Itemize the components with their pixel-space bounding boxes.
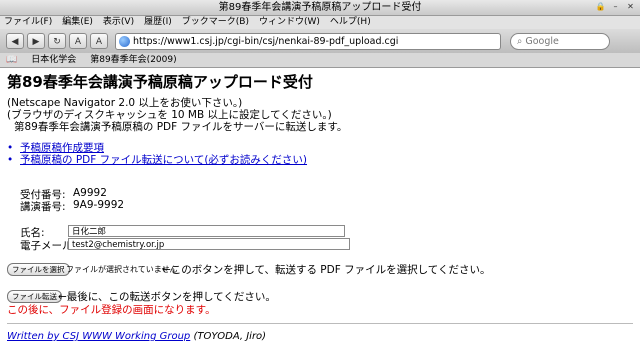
footer-divider <box>7 323 633 324</box>
search-placeholder: Google <box>525 35 559 47</box>
close-icon[interactable]: ✕ <box>625 1 636 12</box>
choose-file-button[interactable]: ファイルを選択 <box>7 263 70 276</box>
bookmarks-icon[interactable]: 📖 <box>6 53 17 67</box>
menu-bar: ファイル(F) 編集(E) 表示(V) 履歴(I) ブックマーク(B) ウィンド… <box>0 16 640 29</box>
link-guidelines[interactable]: 予稿原稿作成要項 <box>20 142 104 154</box>
footer-link[interactable]: Written by CSJ WWW Working Group <box>7 331 190 342</box>
search-input[interactable]: ⌕ Google <box>510 32 610 50</box>
bookmark-89th-meeting[interactable]: 第89春季年会(2009) <box>90 53 176 67</box>
bookmark-csj[interactable]: 日本化学会 <box>31 53 76 67</box>
talk-label: 講演番号: <box>20 201 66 213</box>
page-content: 第89春季年会講演予稿原稿アップロード受付 (Netscape Navigato… <box>0 70 640 363</box>
name-field[interactable]: 日化二郎 <box>68 225 345 237</box>
choose-hint: ←このボタンを押して、転送する PDF ファイルを選択してください。 <box>162 264 491 276</box>
after-notice: この後に、ファイル登録の画面になります。 <box>7 304 216 316</box>
footer: Written by CSJ WWW Working Group (TOYODA… <box>7 331 266 342</box>
menu-help[interactable]: ヘルプ(H) <box>330 16 371 29</box>
link-pdf-transfer-info[interactable]: 予稿原稿の PDF ファイル転送について(必ずお読みください) <box>20 154 307 166</box>
site-icon <box>119 35 130 47</box>
window-title: 第89春季年会講演予稿原稿アップロード受付 <box>218 2 422 13</box>
back-button[interactable]: ◀ <box>6 33 24 49</box>
text-smaller-button[interactable]: A <box>90 33 108 49</box>
list-item: 予稿原稿の PDF ファイル転送について(必ずお読みください) <box>7 154 307 166</box>
menu-edit[interactable]: 編集(E) <box>62 16 93 29</box>
intro-line-2: (ブラウザのディスクキャッシュを 10 MB 以上に設定してください。) <box>7 109 332 121</box>
menu-view[interactable]: 表示(V) <box>103 16 134 29</box>
minimize-icon[interactable]: – <box>610 1 621 12</box>
lock-icon: 🔒 <box>595 2 606 11</box>
url-text: https://www1.csj.jp/cgi-bin/csj/nenkai-8… <box>133 35 399 47</box>
receipt-value: A9992 <box>73 187 107 199</box>
browser-toolbar: ◀ ▶ ↻ A A https://www1.csj.jp/cgi-bin/cs… <box>0 29 640 53</box>
window-titlebar: 第89春季年会講演予稿原稿アップロード受付 🔒 – ✕ <box>0 0 640 16</box>
reload-button[interactable]: ↻ <box>48 33 66 49</box>
text-larger-button[interactable]: A <box>69 33 87 49</box>
menu-window[interactable]: ウィンドウ(W) <box>259 16 320 29</box>
menu-history[interactable]: 履歴(I) <box>144 16 172 29</box>
search-icon: ⌕ <box>517 35 523 47</box>
no-file-text: ファイルが選択されていません <box>66 265 178 274</box>
intro-line-1: (Netscape Navigator 2.0 以上をお使い下さい。) <box>7 97 243 109</box>
menu-file[interactable]: ファイル(F) <box>4 16 52 29</box>
list-item: 予稿原稿作成要項 <box>7 142 104 154</box>
footer-author: (TOYODA, Jiro) <box>190 331 267 342</box>
bookmarks-bar: 📖 日本化学会 第89春季年会(2009) <box>0 53 640 68</box>
forward-button[interactable]: ▶ <box>27 33 45 49</box>
email-field[interactable]: test2@chemistry.or.jp <box>68 238 350 250</box>
talk-value: 9A9-9992 <box>73 199 125 211</box>
menu-bookmarks[interactable]: ブックマーク(B) <box>182 16 249 29</box>
intro-line-3: 第89春季年会講演予稿原稿の PDF ファイルをサーバーに転送します。 <box>14 121 348 133</box>
page-title: 第89春季年会講演予稿原稿アップロード受付 <box>7 73 313 91</box>
address-bar[interactable]: https://www1.csj.jp/cgi-bin/csj/nenkai-8… <box>115 32 501 50</box>
